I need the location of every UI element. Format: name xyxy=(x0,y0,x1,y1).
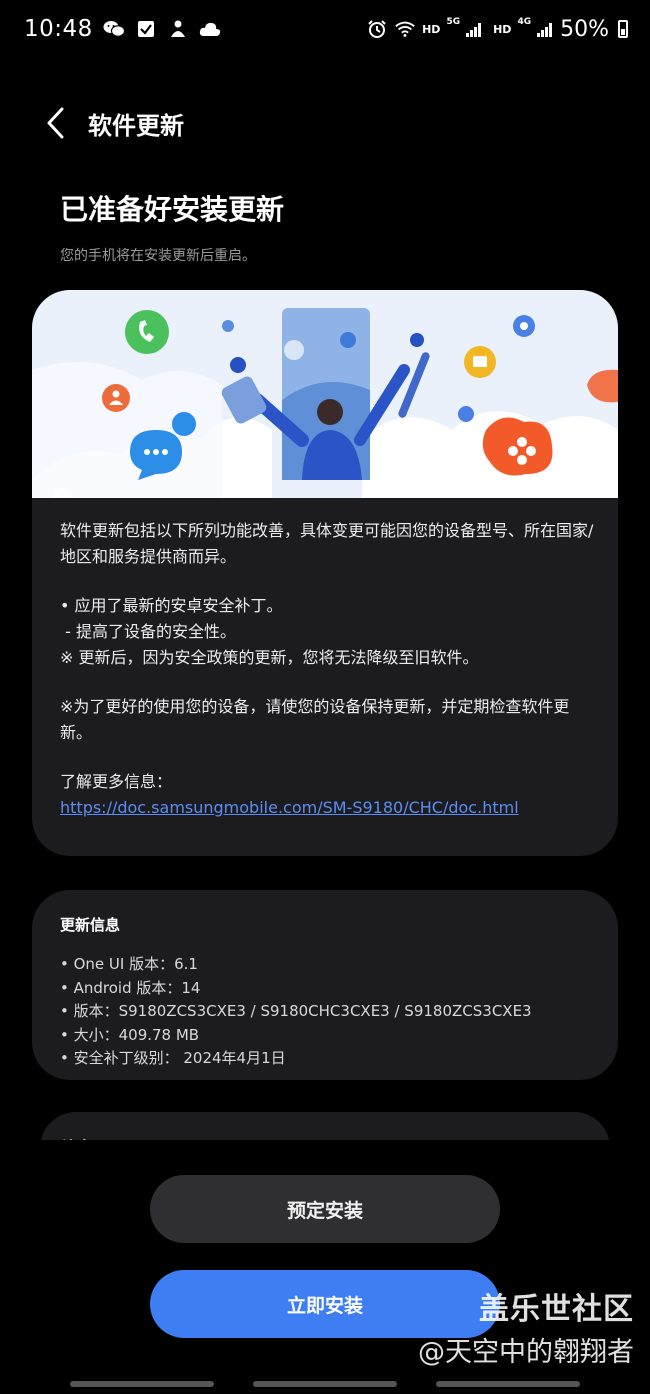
watermark: 盖乐世社区 @天空中的翱翔者 xyxy=(418,1290,634,1372)
back-button[interactable] xyxy=(26,93,86,153)
signal-icon-2 xyxy=(537,21,553,37)
nav-home-button[interactable] xyxy=(253,1381,397,1387)
nav-back-button[interactable] xyxy=(436,1381,580,1387)
update-info-card: 更新信息 • One UI 版本：6.1 • Android 版本：14 • 版… xyxy=(32,890,618,1080)
page-title: 软件更新 xyxy=(88,111,184,140)
description-bullet-1: • 应用了最新的安卓安全补丁。 xyxy=(60,596,283,615)
network-4g-label: 4G xyxy=(517,16,532,27)
update-description: 软件更新包括以下所列功能改善，具体变更可能因您的设备型号、所在国家/地区和服务提… xyxy=(60,518,594,821)
checkbox-icon xyxy=(135,19,157,39)
clock: 10:48 xyxy=(24,16,93,42)
description-note-1: ※ 更新后，因为安全政策的更新，您将无法降级至旧软件。 xyxy=(60,648,479,667)
nav-recent-button[interactable] xyxy=(70,1381,214,1387)
description-note-2: ※为了更好的使用您的设备，请使您的设备保持更新，并定期检查软件更新。 xyxy=(60,697,570,742)
description-intro: 软件更新包括以下所列功能改善，具体变更可能因您的设备型号、所在国家/地区和服务提… xyxy=(60,521,594,566)
watermark-user: @天空中的翱翔者 xyxy=(418,1337,634,1368)
signal-icon-1 xyxy=(466,21,482,37)
app-notification-icon xyxy=(167,19,189,39)
hd-label-1: HD xyxy=(422,22,441,36)
update-info-title: 更新信息 xyxy=(60,916,121,934)
learn-more-label: 了解更多信息： xyxy=(60,772,173,791)
battery-percent: 50% xyxy=(560,16,609,42)
android-version: • Android 版本：14 xyxy=(60,978,201,997)
security-patch-level: • 安全补丁级别： 2024年4月1日 xyxy=(60,1049,286,1067)
status-left: 10:48 xyxy=(24,16,221,42)
build-version: • 版本：S9180ZCS3CXE3 / S9180CHC3CXE3 / S91… xyxy=(60,1002,532,1020)
alarm-icon xyxy=(366,19,388,39)
wechat-icon xyxy=(103,19,125,39)
navigation-bar xyxy=(0,1376,650,1394)
update-illustration xyxy=(32,290,618,498)
wifi-icon xyxy=(394,19,416,39)
schedule-install-button[interactable]: 预定安装 xyxy=(150,1175,500,1243)
description-bullet-1-sub: - 提高了设备的安全性。 xyxy=(60,622,236,641)
hd-label-2: HD xyxy=(493,22,512,36)
cloud-icon xyxy=(199,19,221,39)
status-right: HD 5G HD 4G 50% xyxy=(366,17,628,42)
chevron-left-icon xyxy=(47,107,64,139)
learn-more-link[interactable]: https://doc.samsungmobile.com/SM-S9180/C… xyxy=(60,795,594,821)
status-bar: 10:48 HD 5G HD 4G 50% xyxy=(0,0,650,58)
app-header: 软件更新 xyxy=(0,92,650,154)
one-ui-version: • One UI 版本：6.1 xyxy=(60,955,198,973)
watermark-brand: 盖乐世社区 xyxy=(479,1292,634,1327)
network-5g-label: 5G xyxy=(446,16,461,27)
update-description-card: 软件更新包括以下所列功能改善，具体变更可能因您的设备型号、所在国家/地区和服务提… xyxy=(32,290,618,856)
ready-subtitle: 您的手机将在安装更新后重启。 xyxy=(60,248,256,264)
update-size: • 大小：409.78 MB xyxy=(60,1025,200,1044)
ready-title: 已准备好安装更新 xyxy=(60,193,285,226)
battery-icon xyxy=(618,20,628,38)
